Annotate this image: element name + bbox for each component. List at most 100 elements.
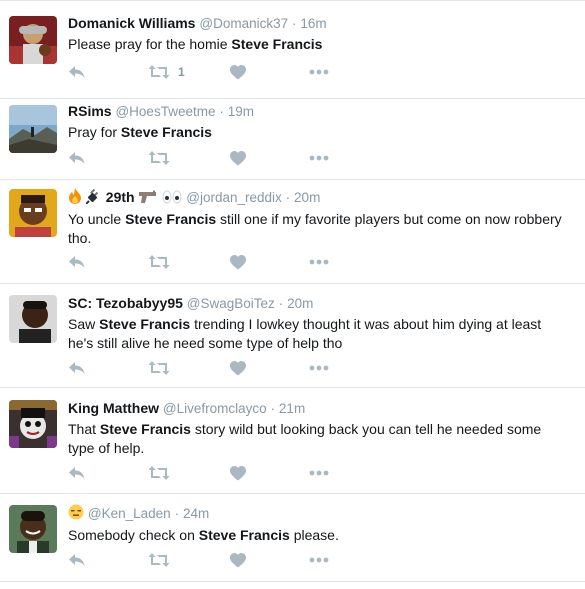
reply-button[interactable]	[68, 463, 86, 483]
reply-button[interactable]	[68, 252, 86, 272]
user-handle[interactable]: @Livefromclayco	[163, 401, 267, 416]
eyes-icon	[162, 190, 182, 208]
user-handle[interactable]: @Ken_Laden	[88, 506, 171, 521]
tweet-text: That Steve Francis story wild but lookin…	[68, 420, 567, 458]
reply-button[interactable]	[68, 550, 86, 570]
highlighted-term: Steve Francis	[198, 527, 290, 543]
highlighted-term: Steve Francis	[120, 124, 212, 140]
tweet-actions	[68, 148, 348, 168]
avatar-mountain-landscape[interactable]	[9, 105, 57, 153]
retweet-button[interactable]	[148, 463, 178, 483]
tweet-item[interactable]: King Matthew @Livefromclayco · 21m That …	[0, 388, 585, 494]
retweet-button[interactable]	[148, 358, 178, 378]
tweet-text-part: please.	[289, 527, 339, 543]
tweet-item[interactable]: Domanick Williams @Domanick37 · 16m Plea…	[0, 1, 585, 99]
tweet-timestamp[interactable]: 24m	[183, 506, 209, 521]
more-button[interactable]	[309, 358, 329, 378]
reply-button[interactable]	[68, 148, 86, 168]
more-dots-icon	[309, 69, 329, 75]
reply-icon	[69, 256, 85, 268]
more-button[interactable]	[309, 463, 329, 483]
more-button[interactable]	[309, 550, 329, 570]
like-button[interactable]	[230, 148, 246, 168]
retweet-icon	[148, 151, 170, 165]
separator-dot: ·	[174, 506, 180, 521]
like-button[interactable]	[230, 358, 246, 378]
user-name[interactable]: King Matthew	[68, 400, 159, 416]
tweet-item[interactable]: 29th @jordan_reddix · 20m Yo uncle Steve…	[0, 180, 585, 284]
user-name[interactable]: 29th	[106, 189, 135, 205]
highlighted-term: Steve Francis	[99, 316, 191, 332]
heart-icon	[230, 360, 246, 375]
more-dots-icon	[309, 365, 329, 371]
reply-button[interactable]	[68, 358, 86, 378]
reply-icon	[69, 467, 85, 479]
like-button[interactable]	[230, 252, 246, 272]
avatar-football-player[interactable]	[9, 16, 57, 64]
tweet-timestamp[interactable]: 20m	[287, 296, 313, 311]
heart-icon	[230, 254, 246, 269]
tweet-text-part: Somebody check on	[68, 527, 199, 543]
tweet-header: King Matthew @Livefromclayco · 21m	[68, 399, 567, 418]
retweet-icon	[148, 466, 170, 480]
tweet-item[interactable]: @Ken_Laden · 24m Somebody check on Steve…	[0, 494, 585, 582]
tweet-text: Yo uncle Steve Francis still one if my f…	[68, 210, 567, 248]
tweet-text-part: Yo uncle	[68, 211, 126, 227]
tweet-timestamp[interactable]: 20m	[294, 190, 320, 205]
avatar-smiling-man[interactable]	[9, 505, 57, 553]
separator-dot: ·	[285, 190, 291, 205]
tweet-text-part: That	[68, 421, 100, 437]
fire-icon	[68, 188, 82, 208]
avatar-person-yellow[interactable]	[9, 189, 57, 237]
user-handle[interactable]: @jordan_reddix	[186, 190, 282, 205]
tweet-timestamp[interactable]: 21m	[279, 401, 305, 416]
highlighted-term: Steve Francis	[99, 421, 191, 437]
user-handle[interactable]: @Domanick37	[199, 16, 288, 31]
like-button[interactable]	[230, 62, 246, 82]
reply-button[interactable]	[68, 62, 86, 82]
separator-dot: ·	[292, 16, 297, 31]
heart-icon	[230, 465, 246, 480]
tweet-header: @Ken_Laden · 24m	[68, 504, 567, 524]
reply-icon	[69, 362, 85, 374]
retweet-button[interactable]: 1	[148, 62, 185, 82]
retweet-button[interactable]	[148, 148, 178, 168]
reply-icon	[69, 152, 85, 164]
tweet-text: Please pray for the homie Steve Francis	[68, 35, 567, 54]
user-handle[interactable]: @SwagBoiTez	[187, 296, 275, 311]
retweet-icon	[148, 255, 170, 269]
tweet-actions	[68, 252, 348, 272]
tweet-header: RSims @HoesTweetme · 19m	[68, 102, 567, 121]
more-dots-icon	[309, 259, 329, 265]
highlighted-term: Steve Francis	[125, 211, 217, 227]
more-dots-icon	[309, 470, 329, 476]
tweet-text-part: Please pray for the homie	[68, 36, 232, 52]
tweet-item[interactable]: RSims @HoesTweetme · 19m Pray for Steve …	[0, 99, 585, 180]
retweet-button[interactable]	[148, 252, 178, 272]
user-name[interactable]: RSims	[68, 103, 112, 119]
avatar-person[interactable]	[9, 295, 57, 343]
more-dots-icon	[309, 557, 329, 563]
highlighted-term: Steve Francis	[231, 36, 323, 52]
tweet-text: Pray for Steve Francis	[68, 123, 567, 142]
tweet-actions: 1	[68, 62, 348, 82]
more-button[interactable]	[309, 252, 329, 272]
user-name[interactable]: SC: Tezobabyy95	[68, 295, 183, 311]
like-button[interactable]	[230, 550, 246, 570]
like-button[interactable]	[230, 463, 246, 483]
avatar-painted-face[interactable]	[9, 400, 57, 448]
tweet-timestamp[interactable]: 16m	[300, 16, 326, 31]
tweet-text: Somebody check on Steve Francis please.	[68, 526, 567, 545]
more-button[interactable]	[309, 148, 329, 168]
heart-icon	[230, 552, 246, 567]
more-button[interactable]	[309, 62, 329, 82]
separator-dot: ·	[219, 104, 224, 119]
tweet-actions	[68, 463, 348, 483]
user-name[interactable]: Domanick Williams	[68, 15, 195, 31]
retweet-button[interactable]	[148, 550, 178, 570]
heart-icon	[230, 150, 246, 165]
user-handle[interactable]: @HoesTweetme	[115, 104, 215, 119]
tweet-timestamp[interactable]: 19m	[228, 104, 254, 119]
tweet-header: Domanick Williams @Domanick37 · 16m	[68, 14, 567, 33]
tweet-item[interactable]: SC: Tezobabyy95 @SwagBoiTez · 20m Saw St…	[0, 284, 585, 388]
